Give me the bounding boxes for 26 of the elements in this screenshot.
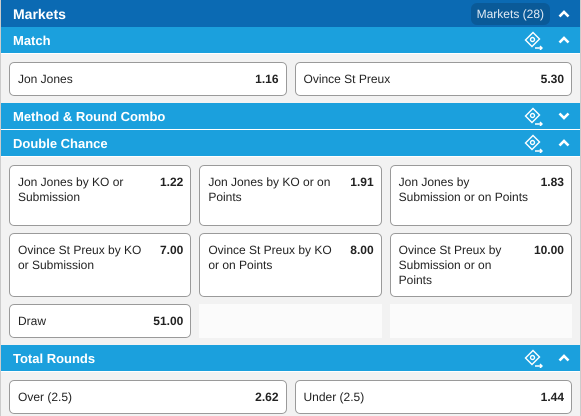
odds-button[interactable]: Ovince St Preux by KO or on Points 8.00: [199, 233, 382, 297]
markets-count-badge: Markets (28): [470, 2, 550, 24]
chevron-up-icon[interactable]: [558, 36, 570, 44]
banknote-arrow-icon[interactable]: [524, 348, 544, 368]
odds-button[interactable]: Ovince St Preux by KO or Submission 7.00: [9, 233, 192, 297]
chevron-down-icon[interactable]: [558, 112, 570, 120]
chevron-up-icon[interactable]: [558, 139, 570, 147]
odds-button[interactable]: Jon Jones by Submission or on Points 1.83: [390, 165, 572, 226]
section-title: Method & Round Combo: [13, 108, 166, 124]
odds-button[interactable]: Draw 51.00: [9, 304, 192, 338]
section-title: Total Rounds: [13, 350, 96, 366]
odds-button[interactable]: Jon Jones 1.16: [9, 62, 286, 96]
odds-button[interactable]: Over (2.5) 2.62: [9, 380, 286, 414]
odds-button[interactable]: Under (2.5) 1.44: [294, 380, 572, 414]
banknote-arrow-icon[interactable]: [524, 106, 544, 126]
chevron-up-icon[interactable]: [558, 10, 570, 18]
header-title: Markets: [13, 6, 67, 22]
section-title: Match: [13, 32, 52, 48]
odds-button[interactable]: Ovince St Preux 5.30: [294, 62, 572, 96]
section-title: Double Chance: [13, 136, 109, 150]
banknote-arrow-icon[interactable]: [524, 134, 544, 152]
odds-button[interactable]: Jon Jones by KO or Submission 1.22: [9, 165, 192, 226]
chevron-up-icon[interactable]: [558, 354, 570, 362]
odds-button[interactable]: Jon Jones by KO or on Points 1.91: [199, 165, 382, 226]
odds-button[interactable]: Ovince St Preux by Submission or on Points 10.00: [390, 233, 572, 297]
banknote-arrow-icon[interactable]: [524, 30, 544, 50]
